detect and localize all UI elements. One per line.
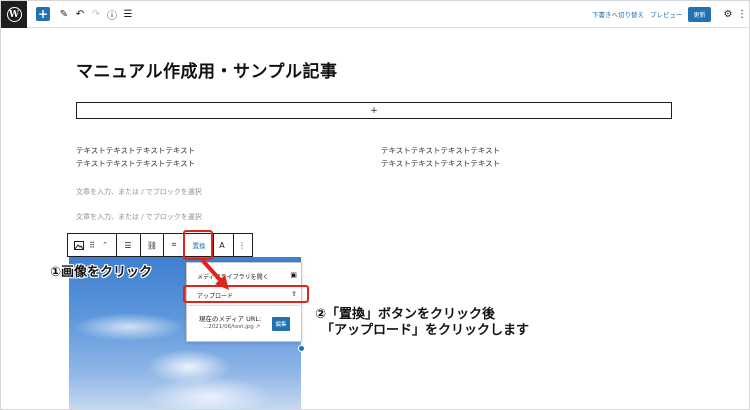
editor-window: W + ✎ ↶ ↷ ⓘ ☰ 下書きへ切り替え プレビュー 更新 ⚙ ⋮ マニュア… bbox=[0, 0, 750, 410]
step2-annotation-line2: 「アップロード」をクリックします bbox=[321, 323, 530, 338]
annotation-arrow bbox=[201, 259, 229, 290]
step1-annotation: ①画像をクリック bbox=[50, 265, 153, 280]
